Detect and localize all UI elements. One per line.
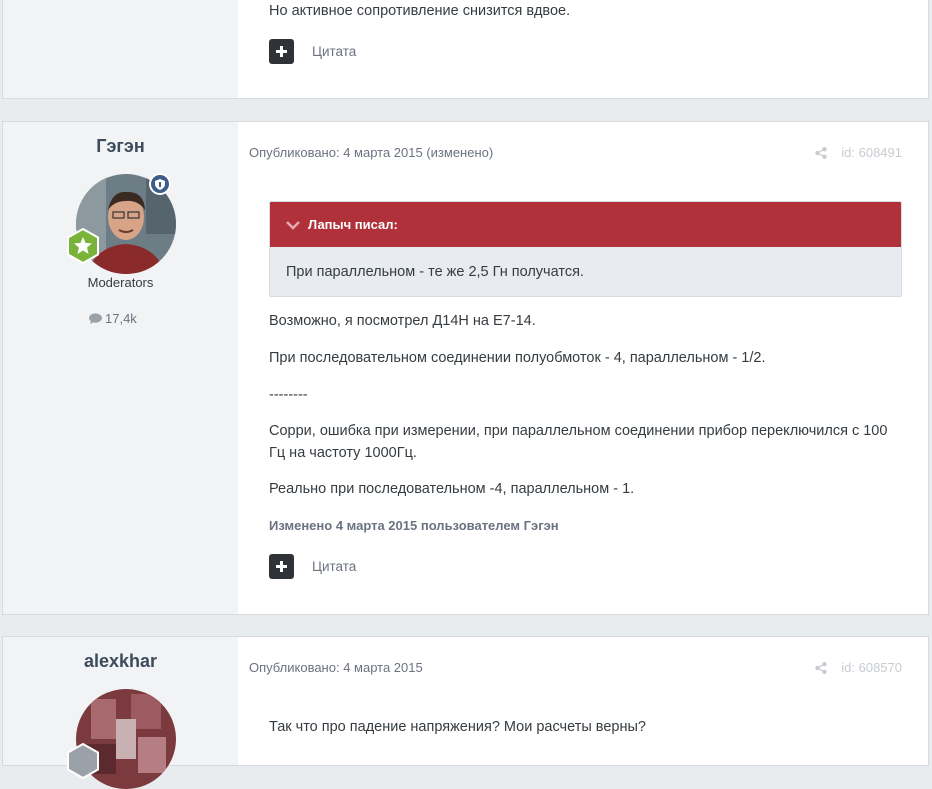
star-icon (65, 227, 101, 265)
post-paragraph: При последовательном соединении полуобмо… (269, 350, 766, 366)
author-name[interactable]: alexkhar (3, 651, 238, 672)
quote-header[interactable]: Лапыч писал: (270, 202, 901, 247)
post-id: id: 608570 (841, 660, 902, 675)
comment-icon (89, 313, 102, 324)
plus-icon (269, 39, 294, 64)
post-content: Опубликовано: 4 марта 2015 id: 608570 Та… (238, 637, 928, 765)
share-icon[interactable] (815, 146, 827, 159)
author-column (3, 0, 238, 98)
post-content: Но активное сопротивление снизится вдвое… (238, 0, 928, 98)
post-paragraph: Возможно, я посмотрел Д14Н на Е7-14. (269, 313, 536, 329)
post-meta-right: id: 608570 (815, 660, 902, 675)
post-paragraph: Но активное сопротивление снизится вдвое… (269, 3, 571, 19)
post-paragraph: Реально при последовательном -4, паралле… (269, 481, 635, 497)
post-date[interactable]: Опубликовано: 4 марта 2015 (249, 660, 423, 675)
post-count: 17,4k (89, 311, 137, 326)
plus-icon (269, 554, 294, 579)
post-2: Гэгэн Moderators 17,4k Опубликовано: 4 м… (2, 121, 929, 615)
post-meta-right: id: 608491 (815, 145, 902, 160)
quote-label: Цитата (312, 559, 357, 574)
shield-icon (149, 173, 171, 195)
author-column: alexkhar (3, 637, 238, 789)
quote-author: Лапыч писал: (308, 217, 398, 232)
author-name[interactable]: Гэгэн (3, 136, 238, 157)
post-id: id: 608491 (841, 145, 902, 160)
post-paragraph: -------- (269, 387, 308, 403)
star-icon (65, 742, 101, 780)
post-paragraph: Так что про падение напряжения? Мои расч… (269, 719, 646, 735)
post-3: alexkhar Опубликовано: 4 марта 2015 id: … (2, 636, 929, 789)
group-name: Moderators (87, 275, 154, 290)
chevron-down-icon (286, 220, 300, 230)
share-icon[interactable] (815, 661, 827, 674)
post-date[interactable]: Опубликовано: 4 марта 2015 (изменено) (249, 145, 493, 160)
quote-label: Цитата (312, 44, 357, 59)
post-content: Опубликовано: 4 марта 2015 (изменено) id… (238, 122, 928, 614)
author-column: Гэгэн Moderators 17,4k (3, 122, 238, 614)
quote-text: При параллельном - те же 2,5 Гн получатс… (270, 247, 901, 296)
post-paragraph: Сорри, ошибка при измерении, при паралле… (269, 423, 888, 461)
post-count-value: 17,4k (105, 311, 137, 326)
quote-button[interactable]: Цитата (269, 554, 356, 579)
quote-block: Лапыч писал: При параллельном - те же 2,… (269, 201, 902, 297)
quote-button[interactable]: Цитата (269, 39, 356, 64)
edited-note: Изменено 4 марта 2015 пользователем Гэгэ… (269, 518, 559, 533)
post-1: Но активное сопротивление снизится вдвое… (2, 0, 929, 99)
